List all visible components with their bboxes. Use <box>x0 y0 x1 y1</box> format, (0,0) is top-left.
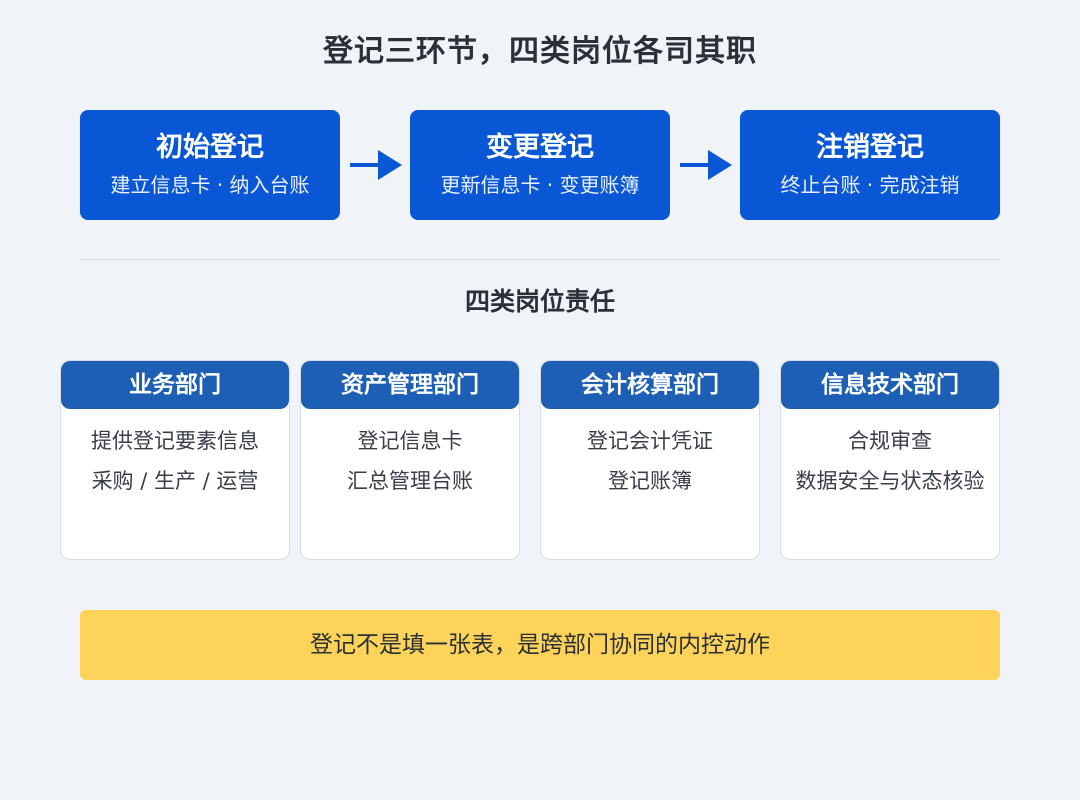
stage-description: 更新信息卡 · 变更账簿 <box>440 173 640 197</box>
arrow-right-icon <box>350 150 402 180</box>
role-duty: 登记会计凭证 <box>587 429 713 453</box>
role-duty: 汇总管理台账 <box>347 469 473 493</box>
role-duty: 登记信息卡 <box>357 429 463 453</box>
role-header: 会计核算部门 <box>541 361 759 409</box>
stage-description: 建立信息卡 · 纳入台账 <box>110 173 310 197</box>
role-duty: 登记账簿 <box>608 469 692 493</box>
role-duty: 提供登记要素信息 <box>91 429 259 453</box>
role-header: 资产管理部门 <box>301 361 519 409</box>
stage-initial-registration: 初始登记 建立信息卡 · 纳入台账 <box>80 110 340 220</box>
page-title: 登记三环节，四类岗位各司其职 <box>323 34 757 69</box>
role-card-asset-management: 资产管理部门 登记信息卡 汇总管理台账 <box>300 360 520 560</box>
role-duty: 合规审查 <box>848 429 932 453</box>
role-header: 业务部门 <box>61 361 289 409</box>
arrow-right-icon <box>680 150 732 180</box>
stage-change-registration: 变更登记 更新信息卡 · 变更账簿 <box>410 110 670 220</box>
role-card-accounting: 会计核算部门 登记会计凭证 登记账簿 <box>540 360 760 560</box>
role-card-information-technology: 信息技术部门 合规审查 数据安全与状态核验 <box>780 360 1000 560</box>
key-message-callout: 登记不是填一张表，是跨部门协同的内控动作 <box>80 610 1000 680</box>
stage-cancellation-registration: 注销登记 终止台账 · 完成注销 <box>740 110 1000 220</box>
role-header: 信息技术部门 <box>781 361 999 409</box>
stage-name: 初始登记 <box>156 132 264 163</box>
stage-name: 注销登记 <box>816 132 924 163</box>
role-duty: 采购 / 生产 / 运营 <box>91 469 259 493</box>
section-subtitle: 四类岗位责任 <box>464 287 615 316</box>
role-duty: 数据安全与状态核验 <box>795 469 985 493</box>
stage-description: 终止台账 · 完成注销 <box>780 173 960 197</box>
stage-name: 变更登记 <box>486 132 594 163</box>
section-divider <box>80 259 1000 260</box>
role-card-business: 业务部门 提供登记要素信息 采购 / 生产 / 运营 <box>60 360 290 560</box>
